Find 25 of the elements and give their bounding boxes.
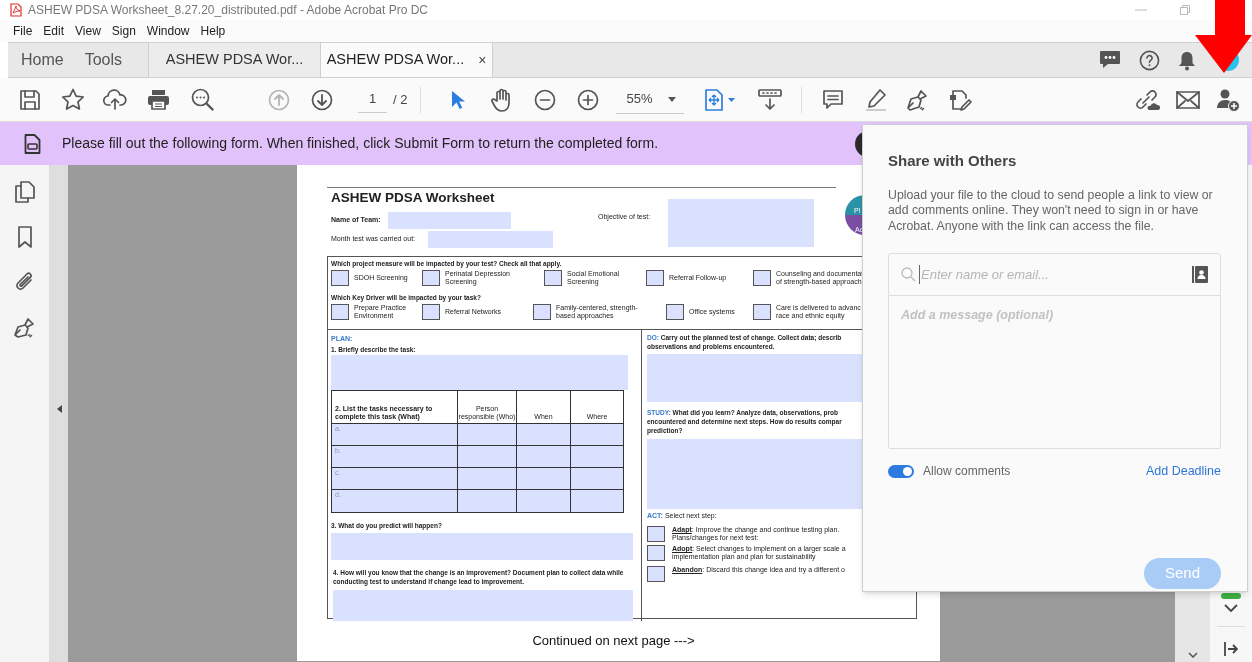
add-deadline-link[interactable]: Add Deadline: [1145, 462, 1221, 481]
nav-tab[interactable]: Home: [8, 43, 64, 77]
window-title: ASHEW PDSA Worksheet_8.27.20_distributed.pdf - Adobe Acrobat Pro DC: [28, 2, 428, 19]
popover-description: Upload your file to the cloud to send people a link to view or add comments online. They won't need to sign in or have Acrobat. Anyone with the link can access the file.: [888, 187, 1214, 234]
document-tab[interactable]: ASHEW PDSA Wor...: [149, 43, 322, 77]
zoom-dropdown[interactable]: 55%: [616, 85, 685, 114]
banner-text: Please fill out the following form. When finished, click Submit Form to return the completed form.: [62, 134, 659, 153]
menu-item[interactable]: View: [75, 22, 101, 40]
menu-item[interactable]: Sign: [111, 22, 136, 40]
menu-item[interactable]: Window: [146, 22, 190, 40]
toggle-label: Allow comments: [923, 463, 1011, 481]
recipient-input[interactable]: Enter name or email...: [919, 264, 1189, 285]
menu-item[interactable]: File: [13, 22, 33, 40]
continued-text: Continued on next page --->: [532, 632, 695, 650]
message-field[interactable]: Add a message (optional): [888, 296, 1221, 449]
nav-tab[interactable]: Tools: [63, 43, 123, 77]
worksheet-title: ASHEW PDSA Worksheet: [331, 189, 496, 207]
document-tab[interactable]: ASHEW PDSA Wor... ×: [321, 43, 494, 77]
page-total: / 2: [393, 90, 408, 109]
page-number-field[interactable]: 1: [358, 86, 387, 113]
recipient-field[interactable]: Enter name or email...: [888, 253, 1221, 296]
menu-item[interactable]: Edit: [43, 22, 65, 40]
popover-title: Share with Others: [888, 151, 1018, 171]
menu-item[interactable]: Help: [200, 22, 226, 40]
tab-close-button[interactable]: ×: [478, 49, 487, 71]
